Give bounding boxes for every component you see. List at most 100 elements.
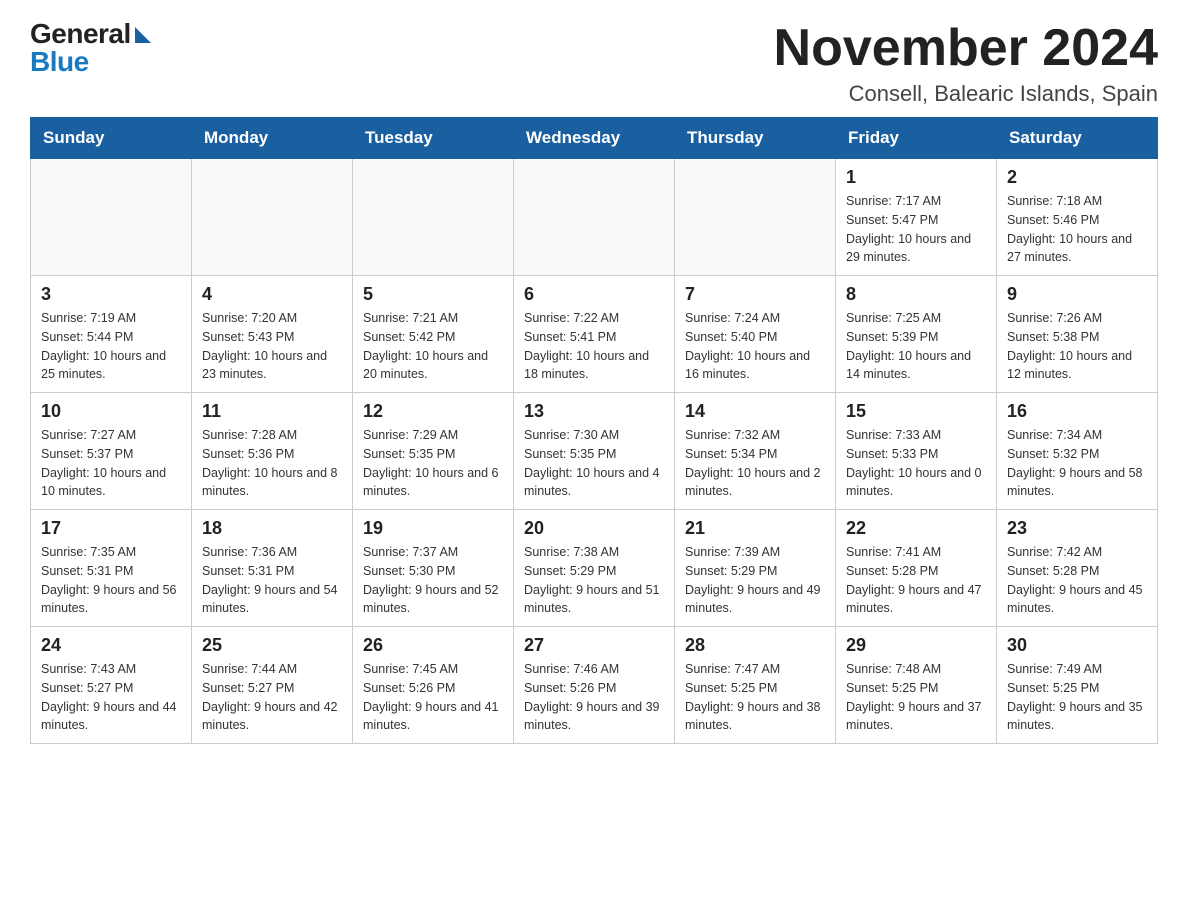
day-info: Sunrise: 7:49 AMSunset: 5:25 PMDaylight:… [1007,660,1147,735]
calendar-header: SundayMondayTuesdayWednesdayThursdayFrid… [31,118,1158,159]
column-header-tuesday: Tuesday [353,118,514,159]
day-info: Sunrise: 7:43 AMSunset: 5:27 PMDaylight:… [41,660,181,735]
title-block: November 2024 Consell, Balearic Islands,… [774,20,1158,107]
calendar-week-2: 3 Sunrise: 7:19 AMSunset: 5:44 PMDaylight… [31,276,1158,393]
day-info: Sunrise: 7:18 AMSunset: 5:46 PMDaylight:… [1007,192,1147,267]
day-info: Sunrise: 7:21 AMSunset: 5:42 PMDaylight:… [363,309,503,384]
day-number: 16 [1007,401,1147,422]
day-number: 5 [363,284,503,305]
day-number: 22 [846,518,986,539]
day-number: 14 [685,401,825,422]
calendar-cell [31,159,192,276]
calendar-week-4: 17Sunrise: 7:35 AMSunset: 5:31 PMDayligh… [31,510,1158,627]
calendar-cell: 25Sunrise: 7:44 AMSunset: 5:27 PMDayligh… [192,627,353,744]
calendar-cell: 3 Sunrise: 7:19 AMSunset: 5:44 PMDaylight… [31,276,192,393]
day-info: Sunrise: 7:38 AMSunset: 5:29 PMDaylight:… [524,543,664,618]
day-info: Sunrise: 7:45 AMSunset: 5:26 PMDaylight:… [363,660,503,735]
page-subtitle: Consell, Balearic Islands, Spain [774,81,1158,107]
calendar-cell: 20 Sunrise: 7:38 AMSunset: 5:29 PMDayligh… [514,510,675,627]
day-number: 11 [202,401,342,422]
day-info: Sunrise: 7:41 AMSunset: 5:28 PMDaylight:… [846,543,986,618]
day-info: Sunrise: 7:17 AMSunset: 5:47 PMDaylight:… [846,192,986,267]
day-number: 4 [202,284,342,305]
day-number: 20 [524,518,664,539]
calendar-cell: 6Sunrise: 7:22 AMSunset: 5:41 PMDaylight… [514,276,675,393]
calendar-cell: 21Sunrise: 7:39 AMSunset: 5:29 PMDayligh… [675,510,836,627]
day-info: Sunrise: 7:22 AMSunset: 5:41 PMDaylight:… [524,309,664,384]
day-info: Sunrise: 7:26 AMSunset: 5:38 PMDaylight:… [1007,309,1147,384]
calendar-cell: 10 Sunrise: 7:27 AMSunset: 5:37 PMDayligh… [31,393,192,510]
day-info: Sunrise: 7:32 AMSunset: 5:34 PMDaylight:… [685,426,825,501]
page-title: November 2024 [774,20,1158,77]
day-number: 2 [1007,167,1147,188]
calendar-cell: 8Sunrise: 7:25 AMSunset: 5:39 PMDaylight… [836,276,997,393]
day-info: Sunrise: 7:46 AMSunset: 5:26 PMDaylight:… [524,660,664,735]
day-number: 24 [41,635,181,656]
day-info: Sunrise: 7:47 AMSunset: 5:25 PMDaylight:… [685,660,825,735]
calendar-week-1: 1 Sunrise: 7:17 AMSunset: 5:47 PMDaylight… [31,159,1158,276]
calendar-week-3: 10 Sunrise: 7:27 AMSunset: 5:37 PMDayligh… [31,393,1158,510]
logo-general-text: General [30,20,131,48]
calendar-body: 1 Sunrise: 7:17 AMSunset: 5:47 PMDaylight… [31,159,1158,744]
day-info: Sunrise: 7:29 AMSunset: 5:35 PMDaylight:… [363,426,503,501]
calendar-cell: 1 Sunrise: 7:17 AMSunset: 5:47 PMDaylight… [836,159,997,276]
day-number: 30 [1007,635,1147,656]
calendar-cell: 17Sunrise: 7:35 AMSunset: 5:31 PMDayligh… [31,510,192,627]
day-info: Sunrise: 7:33 AMSunset: 5:33 PMDaylight:… [846,426,986,501]
day-info: Sunrise: 7:28 AMSunset: 5:36 PMDaylight:… [202,426,342,501]
calendar-cell [192,159,353,276]
calendar-cell: 29 Sunrise: 7:48 AMSunset: 5:25 PMDayligh… [836,627,997,744]
day-info: Sunrise: 7:44 AMSunset: 5:27 PMDaylight:… [202,660,342,735]
column-header-saturday: Saturday [997,118,1158,159]
day-number: 3 [41,284,181,305]
day-number: 10 [41,401,181,422]
day-info: Sunrise: 7:19 AMSunset: 5:44 PMDaylight:… [41,309,181,384]
calendar-cell: 24 Sunrise: 7:43 AMSunset: 5:27 PMDayligh… [31,627,192,744]
day-info: Sunrise: 7:24 AMSunset: 5:40 PMDaylight:… [685,309,825,384]
day-info: Sunrise: 7:30 AMSunset: 5:35 PMDaylight:… [524,426,664,501]
day-number: 27 [524,635,664,656]
logo-blue-text: Blue [30,48,89,76]
day-number: 17 [41,518,181,539]
page-header: General Blue November 2024 Consell, Bale… [30,20,1158,107]
calendar-cell: 27 Sunrise: 7:46 AMSunset: 5:26 PMDayligh… [514,627,675,744]
calendar-cell: 15Sunrise: 7:33 AMSunset: 5:33 PMDayligh… [836,393,997,510]
calendar-cell: 5 Sunrise: 7:21 AMSunset: 5:42 PMDaylight… [353,276,514,393]
calendar-week-5: 24 Sunrise: 7:43 AMSunset: 5:27 PMDayligh… [31,627,1158,744]
calendar-cell: 14 Sunrise: 7:32 AMSunset: 5:34 PMDayligh… [675,393,836,510]
day-info: Sunrise: 7:48 AMSunset: 5:25 PMDaylight:… [846,660,986,735]
day-number: 19 [363,518,503,539]
column-header-sunday: Sunday [31,118,192,159]
calendar-cell: 19 Sunrise: 7:37 AMSunset: 5:30 PMDayligh… [353,510,514,627]
calendar-cell: 26Sunrise: 7:45 AMSunset: 5:26 PMDayligh… [353,627,514,744]
calendar-cell [353,159,514,276]
calendar-cell: 18 Sunrise: 7:36 AMSunset: 5:31 PMDayligh… [192,510,353,627]
day-info: Sunrise: 7:20 AMSunset: 5:43 PMDaylight:… [202,309,342,384]
day-number: 13 [524,401,664,422]
column-header-friday: Friday [836,118,997,159]
calendar-cell: 28 Sunrise: 7:47 AMSunset: 5:25 PMDayligh… [675,627,836,744]
day-number: 28 [685,635,825,656]
day-number: 18 [202,518,342,539]
day-number: 23 [1007,518,1147,539]
day-info: Sunrise: 7:34 AMSunset: 5:32 PMDaylight:… [1007,426,1147,501]
day-info: Sunrise: 7:36 AMSunset: 5:31 PMDaylight:… [202,543,342,618]
calendar-table: SundayMondayTuesdayWednesdayThursdayFrid… [30,117,1158,744]
calendar-cell [514,159,675,276]
day-number: 1 [846,167,986,188]
calendar-cell: 16 Sunrise: 7:34 AMSunset: 5:32 PMDayligh… [997,393,1158,510]
day-info: Sunrise: 7:27 AMSunset: 5:37 PMDaylight:… [41,426,181,501]
day-number: 21 [685,518,825,539]
calendar-cell: 12Sunrise: 7:29 AMSunset: 5:35 PMDayligh… [353,393,514,510]
day-number: 9 [1007,284,1147,305]
logo: General Blue [30,20,151,76]
day-number: 8 [846,284,986,305]
calendar-cell: 7Sunrise: 7:24 AMSunset: 5:40 PMDaylight… [675,276,836,393]
calendar-cell: 2 Sunrise: 7:18 AMSunset: 5:46 PMDaylight… [997,159,1158,276]
day-number: 29 [846,635,986,656]
calendar-cell: 13 Sunrise: 7:30 AMSunset: 5:35 PMDayligh… [514,393,675,510]
day-info: Sunrise: 7:42 AMSunset: 5:28 PMDaylight:… [1007,543,1147,618]
column-header-wednesday: Wednesday [514,118,675,159]
day-info: Sunrise: 7:37 AMSunset: 5:30 PMDaylight:… [363,543,503,618]
calendar-cell: 30 Sunrise: 7:49 AMSunset: 5:25 PMDayligh… [997,627,1158,744]
